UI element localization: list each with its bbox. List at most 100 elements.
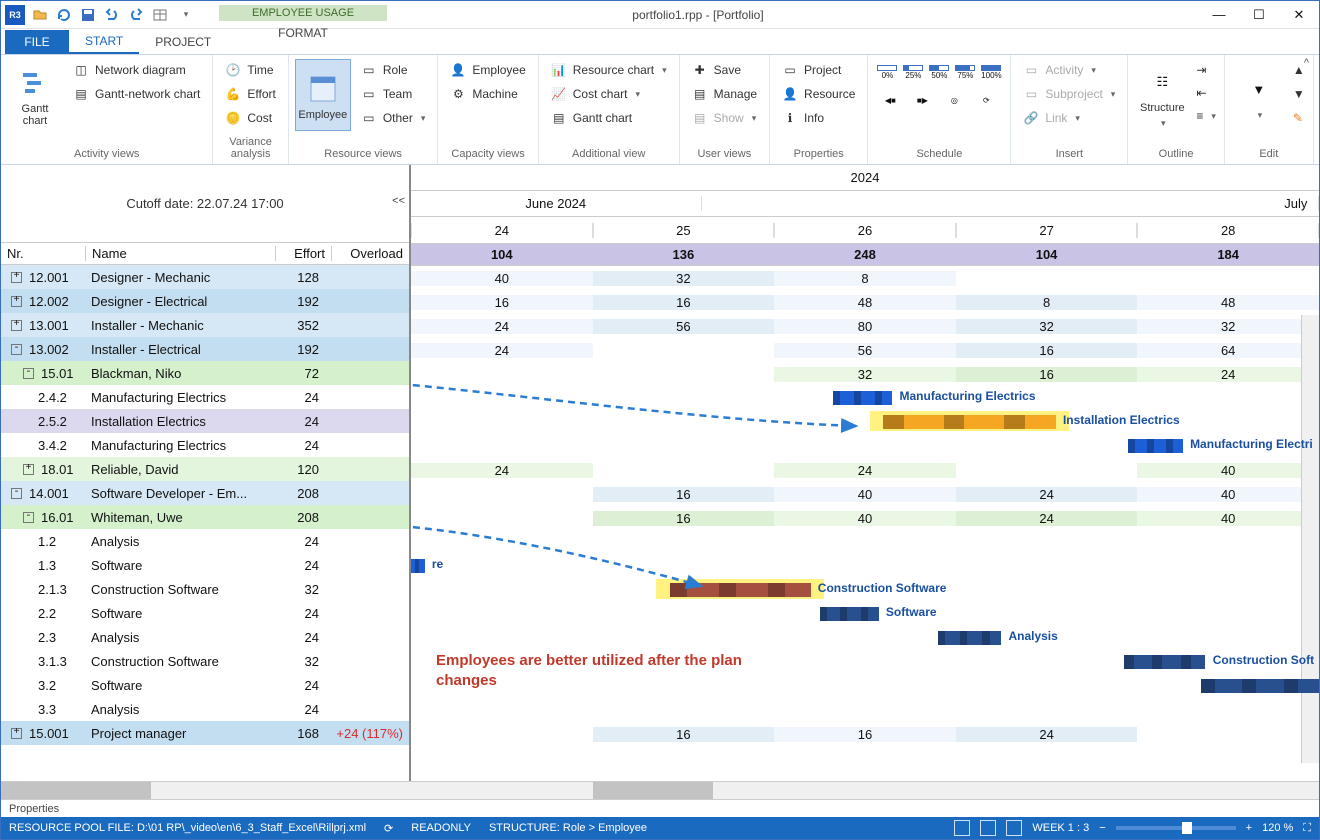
timeline-row[interactable]: Software xyxy=(411,602,1319,626)
pct-50-button[interactable]: 50% xyxy=(926,59,952,85)
table-row[interactable]: -16.01Whiteman, Uwe208 xyxy=(1,505,409,529)
week-header[interactable]: 25 xyxy=(593,223,775,238)
pct-100-button[interactable]: 100% xyxy=(978,59,1004,85)
left-grid[interactable]: +12.001Designer - Mechanic128+12.002Desi… xyxy=(1,265,409,781)
timeline-row[interactable]: 40328 xyxy=(411,266,1319,290)
outdent-button[interactable]: ⇤ xyxy=(1194,82,1218,104)
collapse-icon[interactable]: - xyxy=(23,512,34,523)
zoom-out-button[interactable]: − xyxy=(1099,822,1105,834)
maximize-button[interactable]: ☐ xyxy=(1239,2,1279,28)
week-header[interactable]: 26 xyxy=(774,223,956,238)
highlight-button[interactable]: ✎ xyxy=(1291,107,1307,129)
table-row[interactable]: +12.001Designer - Mechanic128 xyxy=(1,265,409,289)
col-header-nr[interactable]: Nr. xyxy=(1,246,85,261)
gantt-bar[interactable] xyxy=(670,583,811,597)
qa-redo-icon[interactable] xyxy=(125,4,147,26)
save-view-button[interactable]: ✚Save xyxy=(686,59,763,81)
timeline-row[interactable] xyxy=(411,530,1319,554)
timeline-row[interactable]: Installation Electrics xyxy=(411,410,1319,434)
close-button[interactable]: ✕ xyxy=(1279,2,1319,28)
tab-format[interactable]: FORMAT xyxy=(219,21,387,45)
timeline-row[interactable]: Construction Software xyxy=(411,578,1319,602)
collapse-left-button[interactable]: << xyxy=(392,195,405,207)
zoom-slider[interactable] xyxy=(1116,826,1236,830)
expand-icon[interactable]: + xyxy=(11,320,22,331)
level-button[interactable]: ≡▾ xyxy=(1194,105,1218,127)
expand-icon[interactable]: + xyxy=(11,272,22,283)
table-row[interactable]: -15.01Blackman, Niko72 xyxy=(1,361,409,385)
resource-props-button[interactable]: 👤Resource xyxy=(776,83,861,105)
table-row[interactable]: 3.3Analysis24 xyxy=(1,697,409,721)
col-header-overload[interactable]: Overload xyxy=(331,246,409,261)
table-row[interactable]: -13.002Installer - Electrical192 xyxy=(1,337,409,361)
timeline-row[interactable] xyxy=(411,698,1319,722)
table-row[interactable]: 2.3Analysis24 xyxy=(1,625,409,649)
expand-icon[interactable]: + xyxy=(23,464,34,475)
filter-button[interactable]: ▼▾ xyxy=(1231,59,1287,131)
table-row[interactable]: +12.002Designer - Electrical192 xyxy=(1,289,409,313)
employee-view-button[interactable]: Employee xyxy=(295,59,351,131)
expand-icon[interactable]: + xyxy=(11,296,22,307)
timeline-row[interactable]: 161624 xyxy=(411,722,1319,746)
qa-refresh-icon[interactable] xyxy=(53,4,75,26)
properties-panel-header[interactable]: Properties xyxy=(1,799,1319,817)
show-view-button[interactable]: ▤Show▾ xyxy=(686,107,763,129)
sb-view3-icon[interactable] xyxy=(1006,820,1022,836)
table-row[interactable]: +15.001Project manager168+24 (117%) xyxy=(1,721,409,745)
table-row[interactable]: 2.2Software24 xyxy=(1,601,409,625)
left-scrollbar[interactable] xyxy=(1,781,411,799)
week-header[interactable]: 28 xyxy=(1137,223,1319,238)
timeline-row[interactable]: Manufacturing Electri xyxy=(411,434,1319,458)
info-props-button[interactable]: ℹInfo xyxy=(776,107,861,129)
gantt-bar[interactable] xyxy=(883,415,1056,429)
timeline-row[interactable]: 2456803232 xyxy=(411,314,1319,338)
gantt-bar[interactable] xyxy=(938,631,1002,645)
schedule-calc-button[interactable]: ⟳ xyxy=(970,87,1002,113)
table-row[interactable]: 1.2Analysis24 xyxy=(1,529,409,553)
qa-open-icon[interactable] xyxy=(29,4,51,26)
gantt-bar[interactable] xyxy=(411,559,425,573)
gantt-bar[interactable] xyxy=(1201,679,1319,693)
table-row[interactable]: 2.4.2Manufacturing Electrics24 xyxy=(1,385,409,409)
cost-chart-button[interactable]: 📈Cost chart▾ xyxy=(545,83,673,105)
role-view-button[interactable]: ▭Role xyxy=(355,59,432,81)
insert-subproject-button[interactable]: ▭Subproject▾ xyxy=(1017,83,1121,105)
qa-table-icon[interactable] xyxy=(149,4,171,26)
qa-customize-dropdown[interactable]: ▾ xyxy=(175,4,197,26)
effort-variance-button[interactable]: 💪Effort xyxy=(219,83,281,105)
cost-variance-button[interactable]: 🪙Cost xyxy=(219,107,281,129)
week-header[interactable]: 27 xyxy=(956,223,1138,238)
table-row[interactable]: 3.1.3Construction Software32 xyxy=(1,649,409,673)
indent-button[interactable]: ⇥ xyxy=(1194,59,1218,81)
sb-view1-icon[interactable] xyxy=(954,820,970,836)
table-row[interactable]: +18.01Reliable, David120 xyxy=(1,457,409,481)
insert-link-button[interactable]: 🔗Link▾ xyxy=(1017,107,1121,129)
table-row[interactable]: 2.5.2Installation Electrics24 xyxy=(1,409,409,433)
structure-button[interactable]: ☷ Structure ▾ xyxy=(1134,59,1190,131)
collapse-icon[interactable]: - xyxy=(11,344,22,355)
table-row[interactable]: 1.3Software24 xyxy=(1,553,409,577)
sb-view2-icon[interactable] xyxy=(980,820,996,836)
qa-undo-icon[interactable] xyxy=(101,4,123,26)
timeline-row[interactable]: Analysis xyxy=(411,626,1319,650)
schedule-target-button[interactable]: ◎ xyxy=(938,87,970,113)
gantt-network-button[interactable]: ▤Gantt-network chart xyxy=(67,83,206,105)
table-row[interactable]: -14.001Software Developer - Em...208 xyxy=(1,481,409,505)
additional-gantt-button[interactable]: ▤Gantt chart xyxy=(545,107,673,129)
manage-views-button[interactable]: ▤Manage xyxy=(686,83,763,105)
insert-activity-button[interactable]: ▭Activity▾ xyxy=(1017,59,1121,81)
refresh-pool-icon[interactable]: ⟳ xyxy=(384,822,393,835)
collapse-icon[interactable]: - xyxy=(11,488,22,499)
move-down-button[interactable]: ▼ xyxy=(1291,83,1307,105)
time-variance-button[interactable]: 🕑Time xyxy=(219,59,281,81)
project-props-button[interactable]: ▭Project xyxy=(776,59,861,81)
week-header[interactable]: 24 xyxy=(411,223,593,238)
tab-file[interactable]: FILE xyxy=(5,30,69,54)
collapse-icon[interactable]: - xyxy=(23,368,34,379)
right-grid[interactable]: Employees are better utilized after the … xyxy=(411,266,1319,781)
timeline-row[interactable]: Manufacturing Electrics xyxy=(411,386,1319,410)
zoom-in-button[interactable]: + xyxy=(1246,822,1252,834)
timeline-row[interactable]: 16402440 xyxy=(411,506,1319,530)
schedule-back-button[interactable]: ◀■ xyxy=(874,87,906,113)
zoom-fit-icon[interactable]: ⛶ xyxy=(1303,822,1311,835)
